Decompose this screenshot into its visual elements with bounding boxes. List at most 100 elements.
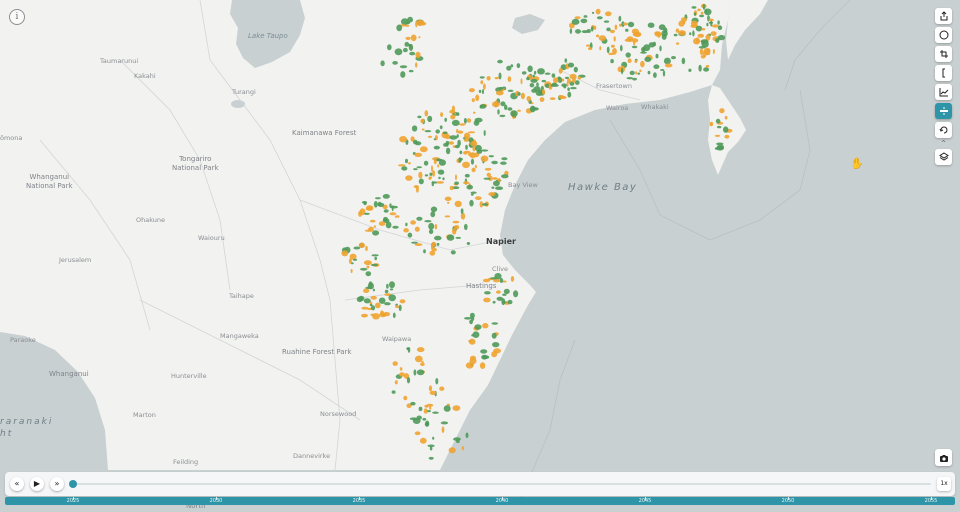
forest-patch [441, 426, 445, 434]
camera-icon[interactable] [935, 449, 952, 466]
forest-patch [480, 155, 489, 162]
rotate-icon[interactable] [935, 122, 952, 138]
timeline-icon[interactable] [935, 103, 952, 119]
forest-patch [391, 390, 396, 394]
forest-patch [428, 222, 435, 230]
forest-patch [634, 59, 638, 64]
forest-patch [353, 246, 361, 250]
forest-patch [463, 139, 469, 142]
forward-button[interactable]: » [50, 477, 64, 491]
label-norsewood: Norsewood [320, 410, 357, 418]
forest-patch [451, 105, 455, 113]
forest-patch [701, 40, 709, 48]
forest-patch [427, 115, 433, 123]
share-icon[interactable] [935, 8, 952, 24]
forest-patch [400, 71, 406, 78]
forest-patch [388, 294, 397, 302]
chart-icon[interactable] [935, 84, 952, 100]
forest-patch [387, 44, 392, 51]
forest-patch [455, 236, 461, 239]
label-tongariro-text: Tongariro National Park [172, 155, 219, 172]
forest-patch [368, 281, 373, 287]
layers-icon[interactable] [935, 149, 952, 165]
year-axis: 2025 2030 2035 2040 2045 2050 2055 [5, 497, 955, 505]
forest-patch [724, 134, 730, 139]
forest-patch [620, 44, 623, 52]
forest-patch [613, 36, 616, 42]
forest-patch [453, 437, 461, 441]
timeline-track[interactable] [73, 483, 931, 485]
year-label: 2055 [924, 498, 938, 504]
forest-patch [440, 421, 449, 425]
rewind-button[interactable]: « [10, 477, 24, 491]
forest-patch [482, 203, 489, 206]
forest-patch [424, 220, 432, 223]
forest-patch [549, 97, 556, 100]
forest-patch [483, 177, 491, 180]
forest-patch [573, 66, 578, 73]
forest-patch [702, 3, 706, 10]
forest-patch [383, 312, 391, 317]
forest-patch [420, 118, 425, 124]
forest-patch [664, 63, 673, 68]
crop-icon[interactable] [935, 46, 952, 62]
forest-patch [369, 304, 373, 306]
forest-patch [580, 18, 588, 24]
forest-patch [370, 263, 379, 267]
forest-patch [423, 160, 429, 166]
forest-patch [571, 18, 580, 25]
forest-patch [373, 201, 378, 208]
forest-patch [539, 97, 545, 102]
forest-patch [544, 72, 551, 75]
forest-patch [466, 118, 472, 123]
forest-patch [517, 109, 521, 112]
info-icon[interactable]: i [9, 9, 25, 25]
forest-patch [469, 312, 475, 319]
forest-patch [491, 332, 497, 339]
forest-patch [533, 70, 537, 75]
forest-patch [483, 83, 486, 90]
forest-patch [403, 395, 408, 401]
forest-patch [389, 212, 397, 216]
chevron-up-icon[interactable]: ^ [935, 141, 952, 147]
forest-patch [671, 56, 676, 60]
forest-patch [380, 310, 384, 316]
year-label: 2035 [352, 498, 366, 504]
forest-patch [499, 114, 506, 118]
forest-patch [647, 22, 655, 28]
forest-patch [567, 91, 572, 98]
forest-patch [415, 62, 418, 68]
forest-patch [698, 64, 702, 72]
forest-patch [464, 317, 472, 320]
compass-icon[interactable] [935, 27, 952, 43]
forest-patch [434, 235, 442, 241]
speed-button[interactable]: 1x [937, 477, 951, 491]
forest-patch [692, 30, 695, 37]
forest-patch [464, 173, 470, 178]
bracket-icon[interactable] [935, 65, 952, 81]
forest-patch [496, 290, 501, 294]
forest-patch [418, 171, 423, 179]
label-taranaki-bight: raranaki ht [0, 416, 53, 440]
forest-patch [370, 206, 373, 209]
forest-patch [464, 223, 468, 231]
timeline-slider-handle[interactable] [69, 480, 77, 488]
forest-patch [715, 118, 721, 124]
forest-patch [633, 40, 636, 46]
forest-patch [570, 86, 577, 90]
forest-patch [681, 57, 686, 65]
timeline-bar: « ▶ » 1x [5, 472, 955, 496]
forest-patch [529, 83, 535, 88]
forest-patch [401, 166, 408, 171]
forest-patch [429, 446, 433, 451]
forest-patch [506, 65, 512, 71]
forest-patch [663, 57, 671, 65]
play-button[interactable]: ▶ [30, 477, 44, 491]
forest-patch [430, 206, 438, 213]
forest-patch [495, 186, 504, 190]
forest-patch [483, 297, 491, 303]
forest-patch [501, 298, 506, 306]
forest-patch [439, 386, 445, 391]
label-napier: Napier [486, 237, 516, 246]
forest-patch [416, 369, 425, 376]
